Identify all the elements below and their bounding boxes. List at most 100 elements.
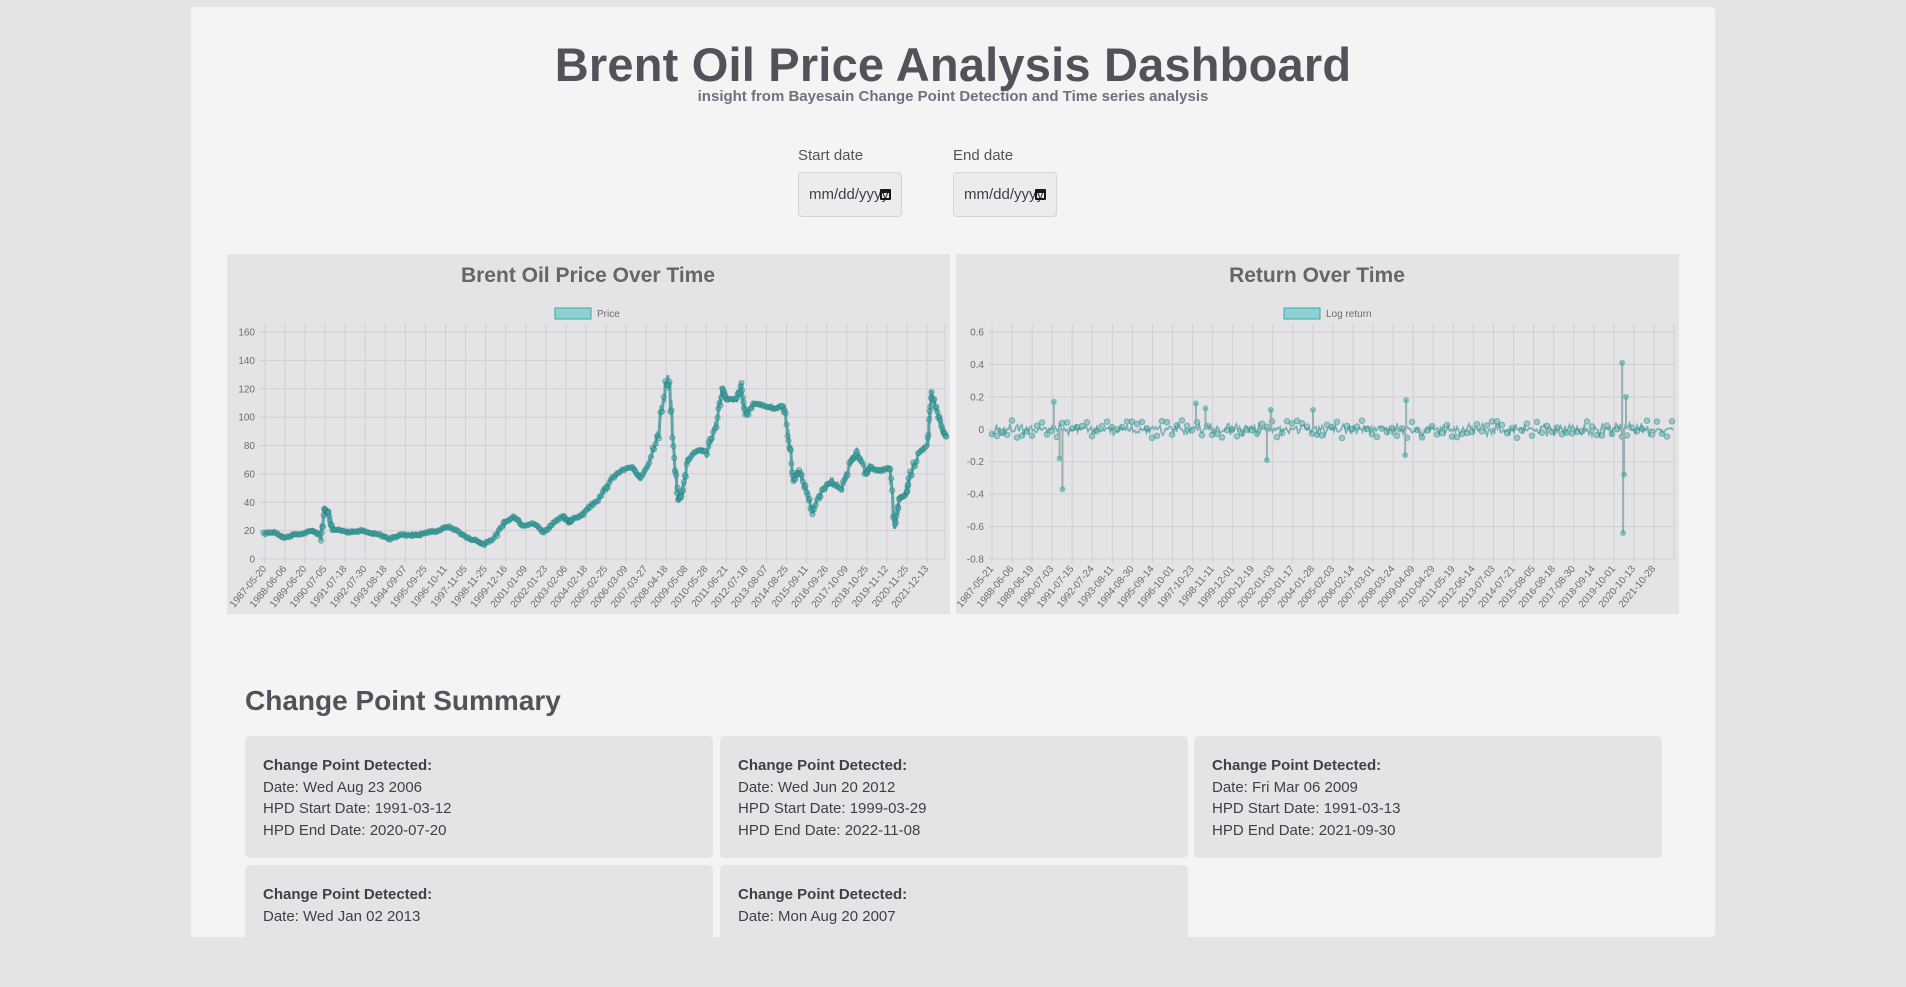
return-point — [1653, 418, 1661, 425]
price-point — [913, 458, 920, 465]
return-point — [1178, 417, 1186, 424]
card-heading: Change Point Detected: — [263, 757, 433, 774]
return-point — [1043, 431, 1051, 438]
price-point — [927, 403, 934, 410]
price-series-line — [263, 375, 948, 548]
end-date-group: End date mm/dd/yyyy — [953, 147, 1057, 217]
price-point — [652, 440, 659, 447]
return-point — [1418, 434, 1426, 441]
return-point — [1423, 427, 1431, 434]
price-point — [887, 466, 894, 473]
return-point — [1118, 423, 1126, 431]
return-point — [993, 432, 1001, 440]
return-point — [1373, 433, 1381, 441]
return-point — [1428, 422, 1436, 430]
card-heading: Change Point Detected: — [738, 886, 908, 903]
return-spike-point — [1059, 486, 1066, 493]
price-point — [669, 434, 676, 441]
price-point — [714, 414, 721, 421]
end-date-placeholder: mm/dd/yyyy — [964, 186, 1045, 203]
return-point — [1263, 423, 1271, 430]
return-point — [1008, 417, 1016, 424]
price-point — [713, 424, 720, 431]
card-date: Date: Wed Jan 02 2013 — [263, 907, 421, 925]
chart-title: Brent Oil Price Over Time — [461, 264, 715, 287]
price-point — [651, 446, 658, 453]
return-point — [1543, 422, 1551, 430]
price-point — [802, 482, 809, 489]
change-point-card: Change Point Detected: Date: Fri Mar 06 … — [1194, 736, 1662, 858]
return-point — [1083, 419, 1091, 426]
return-point — [1483, 422, 1491, 429]
return-point — [1023, 428, 1031, 435]
price-point — [668, 407, 675, 414]
return-point — [1498, 421, 1506, 429]
y-tick-label: 100 — [238, 413, 255, 424]
return-point — [1303, 423, 1311, 430]
return-point — [1018, 432, 1026, 439]
return-point — [1588, 423, 1596, 430]
return-spike-point — [1621, 471, 1628, 478]
price-point — [905, 481, 912, 488]
return-point — [1163, 418, 1171, 426]
price-point — [318, 529, 325, 536]
page-subtitle: insight from Bayesain Change Point Detec… — [697, 88, 1209, 105]
price-point — [738, 379, 745, 387]
page-title: Brent Oil Price Analysis Dashboard — [554, 38, 1352, 91]
card-hpd-end: HPD End Date: 2022-11-08 — [738, 821, 921, 839]
return-point — [1523, 420, 1531, 427]
change-point-card: Change Point Detected: Date: Mon Aug 20 … — [720, 865, 1188, 987]
return-point — [1643, 417, 1651, 424]
price-point — [943, 433, 950, 440]
price-point — [740, 399, 747, 406]
price-point — [806, 495, 813, 503]
chart-title: Return Over Time — [1229, 264, 1405, 287]
return-point — [1413, 426, 1421, 434]
price-point — [317, 537, 325, 544]
card-hpd-start: HPD Start Date: 1991-03-12 — [263, 800, 452, 817]
legend-label: Price — [597, 309, 620, 320]
return-point — [1383, 428, 1391, 436]
y-tick-label: 40 — [244, 498, 256, 509]
return-spike-point — [1267, 406, 1274, 413]
price-point — [931, 396, 938, 403]
card-heading: Change Point Detected: — [738, 757, 908, 774]
return-point — [1328, 423, 1336, 431]
return-point — [1468, 428, 1476, 436]
y-tick-label: 0 — [249, 555, 255, 566]
calendar-icon[interactable] — [1035, 189, 1046, 200]
return-point — [1333, 418, 1341, 426]
legend-label: Log return — [1326, 309, 1372, 320]
price-point — [817, 493, 824, 500]
card-date: Date: Fri Mar 06 2009 — [1212, 778, 1358, 796]
return-point — [1503, 429, 1511, 437]
y-tick-label: 0 — [978, 425, 984, 436]
price-point — [844, 471, 851, 479]
summary-title: Change Point Summary — [245, 685, 561, 716]
y-tick-label: 120 — [238, 384, 255, 395]
return-point — [1338, 434, 1346, 442]
end-date-input[interactable]: mm/dd/yyyy — [953, 172, 1057, 217]
return-point — [1578, 427, 1586, 435]
return-point — [1213, 430, 1221, 438]
legend-swatch — [554, 307, 592, 320]
return-point — [1248, 426, 1256, 434]
price-point — [889, 487, 896, 494]
start-date-input[interactable]: mm/dd/yyyy — [798, 172, 902, 217]
return-chart-panel: Return Over Time Log return -0.8 -0.6 -0.4 -0… — [956, 254, 1679, 614]
price-point — [892, 519, 899, 526]
return-point — [1088, 432, 1096, 440]
return-point — [1273, 433, 1281, 441]
return-chart[interactable]: Return Over Time Log return -0.8 -0.6 -0.4 -0… — [956, 254, 1679, 614]
price-point — [671, 454, 678, 462]
y-tick-label: 0.4 — [970, 360, 984, 371]
price-point — [319, 523, 327, 530]
return-point — [1648, 431, 1656, 438]
price-point — [925, 416, 933, 423]
calendar-icon[interactable] — [880, 189, 891, 200]
price-chart[interactable]: Brent Oil Price Over Time Price 0 20 40 60 80 1… — [227, 254, 950, 614]
return-point — [1393, 432, 1401, 440]
change-point-card: Change Point Detected: Date: Wed Jan 02 … — [245, 865, 713, 987]
return-point — [1153, 432, 1161, 440]
price-point — [812, 501, 819, 509]
